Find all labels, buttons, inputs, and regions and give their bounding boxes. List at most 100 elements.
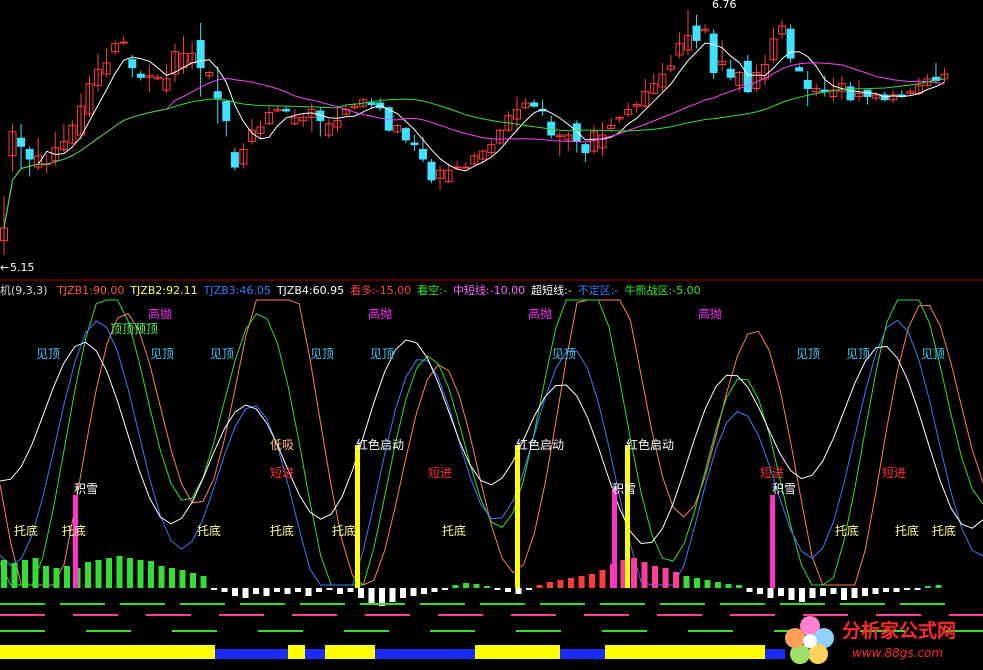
strip-segment: [602, 630, 647, 632]
histogram-bar: [883, 588, 889, 592]
strip-segment: [780, 603, 825, 605]
histogram-bar: [799, 588, 805, 602]
strip-segment: [73, 614, 118, 616]
histogram-bar: [32, 558, 39, 588]
signal-label: 红色启动: [626, 437, 674, 452]
signal-labels: 见顶 见顶 见顶 见顶 见顶 见顶 见顶 见顶 见顶 高抛 高抛 高抛 高抛顶顶预顶低吸短进 短进 短进 短进…: [14, 306, 956, 538]
strip-segment: [146, 614, 191, 616]
strip-segment: [657, 614, 702, 616]
strip-segment: [60, 603, 105, 605]
indicator-value-3: TJZB4:60.95: [276, 284, 345, 297]
histogram-bar: [526, 588, 532, 590]
histogram-bar: [242, 588, 249, 598]
histogram-bar: [536, 585, 543, 588]
strip-segment: [219, 614, 264, 616]
indicator-header: 机(9,3,3) TJZB1:90.00 TJZB2:92.11 TJZB3:46.…: [0, 282, 713, 298]
histogram-bar: [463, 583, 469, 588]
histogram-bar: [547, 582, 553, 588]
signal-label: 见顶: [370, 347, 394, 361]
histogram-bar: [116, 556, 123, 588]
strip-segment: [180, 603, 225, 605]
histogram-bar: [578, 576, 585, 588]
signal-label: 积雪: [612, 482, 636, 496]
oscillator-line: [0, 299, 983, 586]
strip-segment: [344, 630, 389, 632]
signal-label: 高抛: [368, 306, 392, 321]
histogram-bar: [148, 561, 154, 588]
histogram-bar: [778, 588, 784, 596]
histogram-bar: [53, 568, 60, 588]
strip-segment: [720, 603, 765, 605]
signal-label: 托底: [270, 523, 294, 538]
signal-label: 见顶: [552, 347, 576, 361]
yellow-band: [325, 645, 375, 659]
histogram-bar: [158, 566, 165, 588]
signal-bar: [612, 488, 617, 588]
histogram-bar: [347, 588, 354, 592]
histogram-bar: [400, 588, 406, 598]
blue-band: [560, 649, 605, 659]
flower-logo: [785, 616, 834, 664]
candle-body: [401, 128, 410, 141]
candle-body: [795, 67, 804, 72]
histogram-bar: [137, 560, 144, 588]
signal-bar: [625, 445, 630, 588]
histogram-bar: [11, 563, 18, 588]
histogram-bar: [568, 578, 574, 588]
signal-label: 托底: [932, 523, 956, 538]
strip-segment: [365, 614, 410, 616]
histogram-bar: [704, 580, 711, 588]
candle-body: [222, 100, 231, 122]
candle-body: [418, 148, 427, 160]
indicator-value-1: TJZB2:92.11: [130, 284, 198, 297]
candle-body: [743, 60, 752, 93]
strip-segment: [600, 603, 645, 605]
watermark: 分析家公式网 www.88gs.com: [782, 612, 982, 668]
candle-body: [196, 39, 205, 69]
histogram-bar: [326, 588, 333, 590]
signal-label: 短进: [760, 466, 784, 480]
strip-segment: [438, 614, 483, 616]
histogram-bar: [641, 562, 648, 588]
histogram-bar: [683, 576, 690, 588]
strip-segment: [0, 603, 45, 605]
histogram-bar: [284, 588, 291, 594]
yellow-band: [475, 645, 560, 659]
signal-label: 见顶: [210, 347, 234, 361]
histogram-bar: [746, 588, 753, 592]
histogram-bar: [631, 558, 637, 588]
signal-label: 红色启动: [356, 437, 404, 452]
blue-band: [375, 649, 475, 659]
histogram-bar: [872, 588, 879, 594]
indicator-value-8: 不定区:-: [577, 284, 619, 297]
indicator-value-4: 看多:-15.00: [350, 284, 412, 297]
signal-label: 高抛: [528, 306, 552, 321]
candle-body: [709, 33, 718, 73]
histogram-bar: [694, 578, 700, 588]
signal-label: 托底: [442, 523, 466, 538]
histogram-bar: [767, 588, 774, 598]
signal-label: 短进: [882, 466, 906, 480]
strip-segment: [120, 603, 165, 605]
histogram-bar: [715, 582, 721, 588]
histogram-bar: [95, 560, 102, 588]
signal-bar: [73, 495, 78, 588]
strip-segment: [688, 630, 733, 632]
yellow-band: [0, 645, 215, 659]
histogram-bar: [389, 588, 396, 602]
price-panel: [0, 10, 949, 256]
histogram-bar: [925, 586, 931, 588]
histogram-bar: [505, 588, 511, 592]
histogram-bar: [473, 584, 480, 588]
signal-label: 托底: [835, 523, 859, 538]
signal-label: 短进: [270, 466, 294, 480]
candle-body: [692, 25, 701, 41]
candle-body: [410, 142, 419, 146]
strip-segment: [172, 630, 217, 632]
signal-label: 托底: [14, 523, 38, 538]
blue-band: [215, 649, 288, 659]
candle-body: [726, 68, 735, 78]
signal-label: 红色启动: [516, 437, 564, 452]
yellow-band: [288, 645, 305, 659]
histogram-bar: [725, 584, 732, 588]
